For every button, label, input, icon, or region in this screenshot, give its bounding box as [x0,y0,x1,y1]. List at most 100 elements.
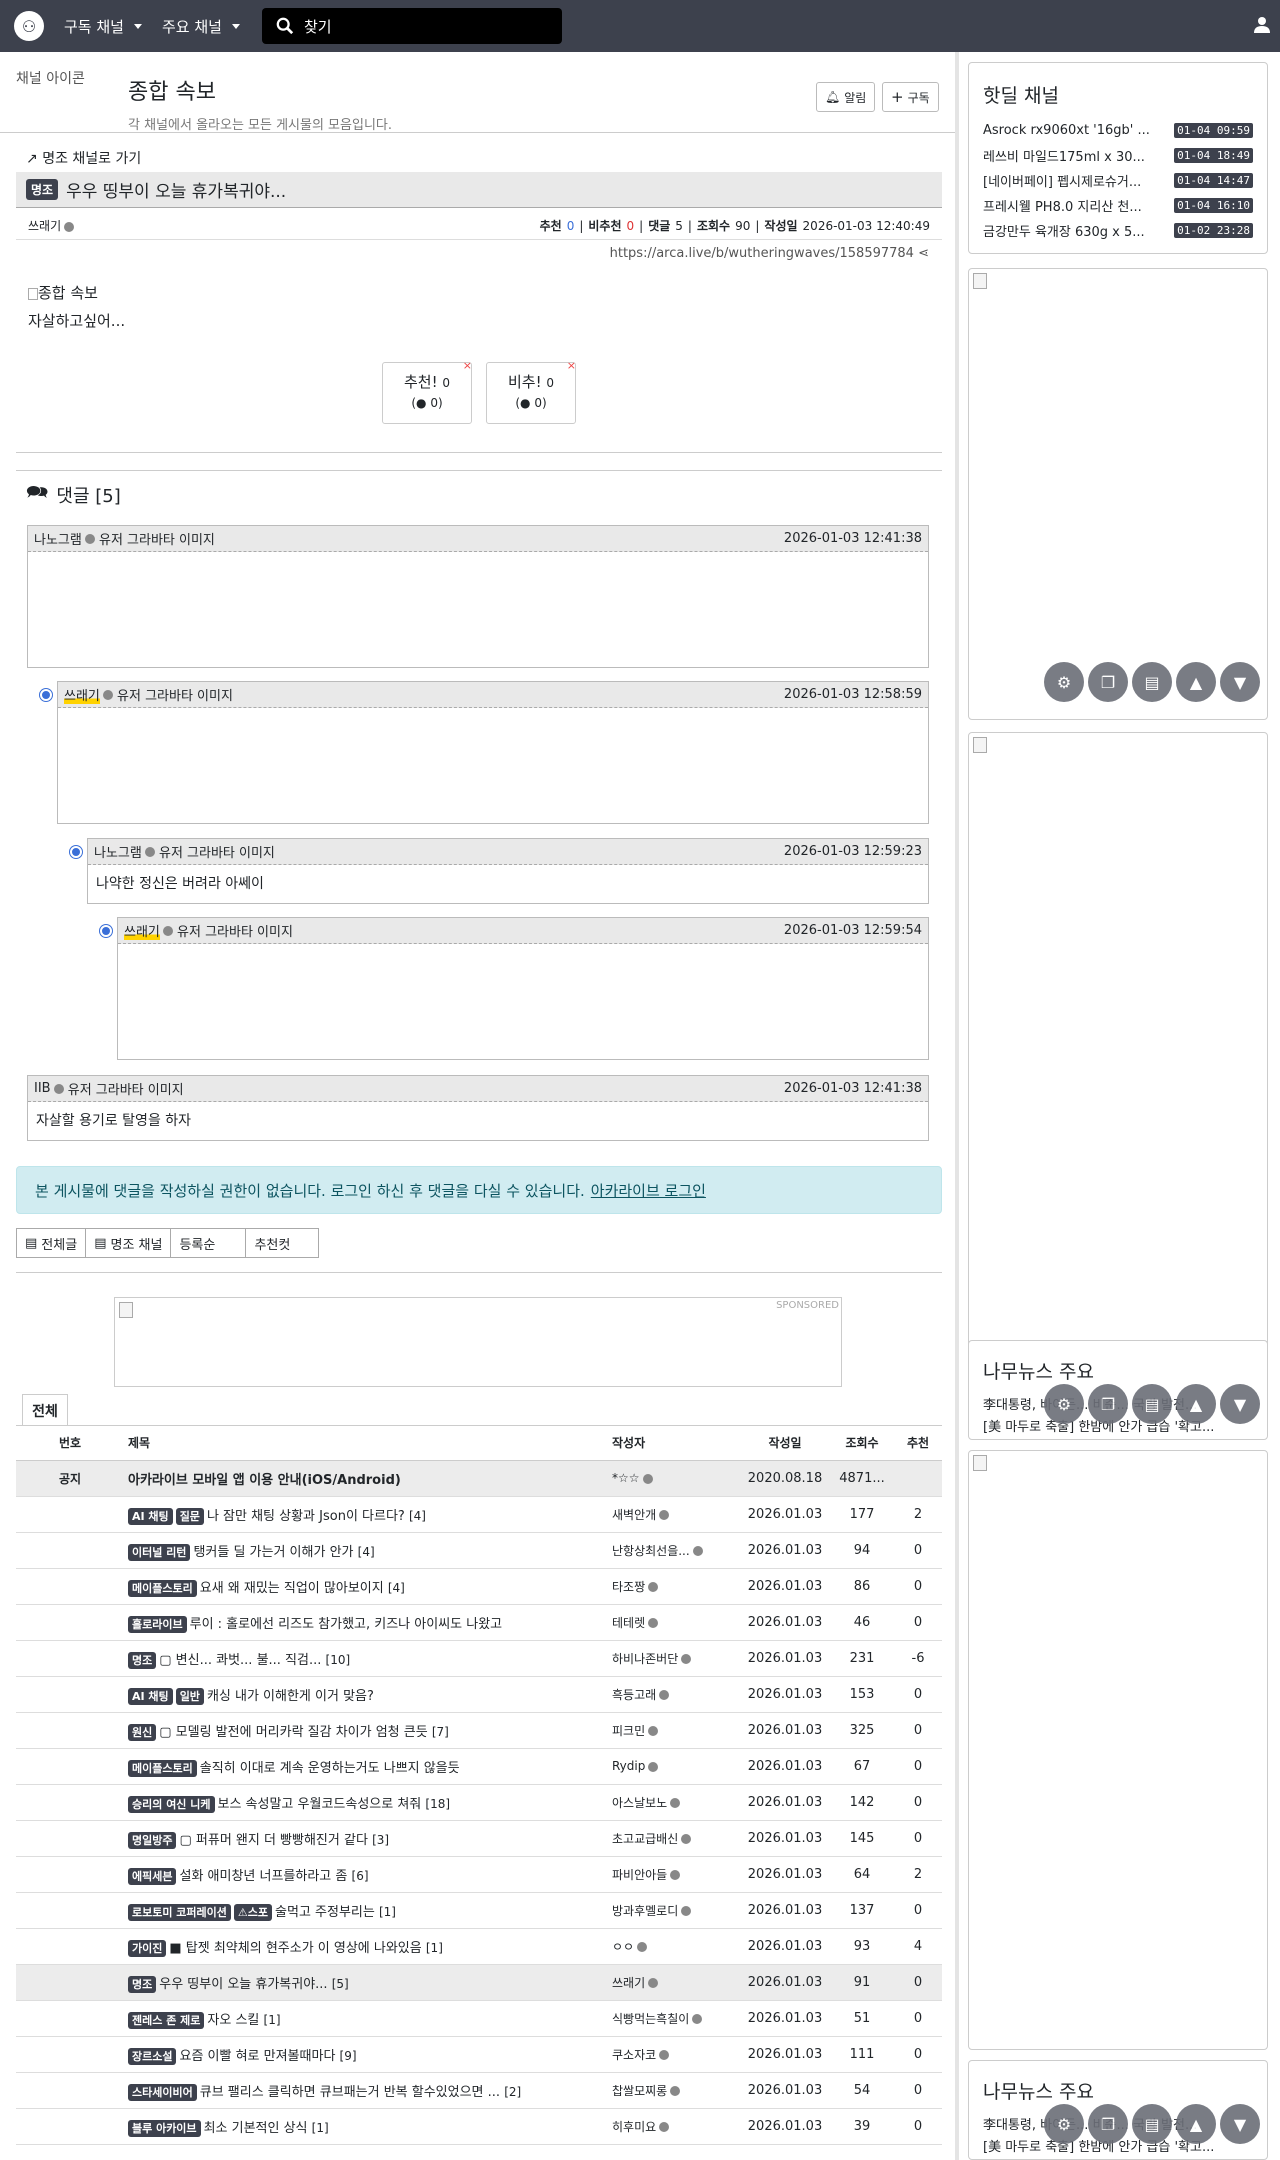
hotdeal-item[interactable]: 프레시웰 PH8.0 지리산 천... 01-04 16:10 [969,193,1267,218]
row-author[interactable]: 찹쌀모찌롱 [612,2072,740,2109]
notify-button[interactable]: 🔔︎ 알림 [816,82,876,112]
subscribe-button[interactable]: + 구독 [882,82,939,112]
ad-slot[interactable] [968,1450,1268,2050]
arrow-down-button[interactable]: ▼ [1220,1384,1260,1424]
row-title[interactable]: 승리의 여신 니케 보스 속성말고 우월코드속성으로 쳐줘 [18] [124,1784,612,1821]
hotdeal-item[interactable]: 금강만두 육개장 630g x 5... 01-02 23:28 [969,218,1267,243]
row-title[interactable]: 명일방주 ▢ 퍼퓨머 왠지 더 빵빵해진거 같다 [3] [124,1820,612,1857]
row-category-badge[interactable]: 메이플스토리 [128,1579,197,1597]
row-category-badge[interactable]: 장르소설 [128,2047,177,2065]
row-title[interactable]: 블루 아카이브 최소 기본적인 상식 [1] [124,2108,612,2145]
hotdeal-item[interactable]: [네이버페이] 펩시제로슈거... 01-04 14:47 [969,168,1267,193]
ad-slot[interactable] [968,268,1268,720]
row-category-badge[interactable]: 이터널 리턴 [128,1543,191,1561]
row-title[interactable]: 에픽세븐 설화 애미창년 너프를하라고 좀 [6] [124,1856,612,1893]
row-author[interactable]: 테테렛 [612,1604,740,1641]
sort-select[interactable]: 등록순 [170,1228,247,1258]
back-to-channel-link[interactable]: ↗ 명조 채널로 가기 [26,148,141,168]
tab-all[interactable]: 전체 [22,1394,68,1426]
arrow-down-button[interactable]: ▼ [1220,2104,1260,2144]
table-row[interactable]: 가이진 ■ 탑젯 최약체의 현주소가 이 영상에 나와있음 [1] ㅇㅇ 2026.0… [16,1928,942,1965]
row-author[interactable]: 식빵먹는흑칠이 [612,2000,740,2037]
row-author[interactable]: 타조짱 [612,1568,740,1605]
row-category-badge[interactable]: AI 채팅 [128,1507,173,1525]
row-category-badge[interactable]: 명일방주 [128,1831,177,1849]
row-author[interactable]: 흑등고래 [612,1676,740,1713]
share-icon[interactable]: ⋖ [918,246,929,261]
notice-row[interactable]: 공지 아카라이브 모바일 앱 이용 안내(iOS/Android) *☆☆ 20… [16,1460,942,1497]
row-title[interactable]: 메이플스토리 솔직히 이대로 계속 운영하는거도 나쁘지 않을듯 [124,1748,612,1785]
table-row[interactable]: 명조 ▢ 변신... 콰벗... 불... 직검... [10] 하비나존버단 202… [16,1640,942,1677]
ad-banner[interactable]: SPONSORED [114,1297,842,1387]
row-author[interactable]: 피크민 [612,1712,740,1749]
category-badge[interactable]: 명조 [26,179,59,200]
row-category-badge[interactable]: AI 채팅 [128,1687,173,1705]
row-author[interactable]: 쿠소자코 [612,2036,740,2073]
user-icon[interactable] [1254,16,1270,34]
list-button[interactable]: ▤ [1132,662,1172,702]
arrow-up-button[interactable]: ▲ [1176,662,1216,702]
site-logo-icon[interactable]: ⚇ [14,11,44,41]
table-row[interactable]: AI 채팅 일반 캐싱 내가 이해한게 이거 맞음? 흑등고래 2026.01.03 1… [16,1676,942,1713]
row-category-badge[interactable]: 에픽세븐 [128,1867,177,1885]
row-category-badge[interactable]: 원신 [128,1723,157,1741]
row-title[interactable]: AI 채팅 일반 캐싱 내가 이해한게 이거 맞음? [124,1676,612,1713]
row-author[interactable]: 파비안아들 [612,1856,740,1893]
arrow-down-button[interactable]: ▼ [1220,662,1260,702]
row-title[interactable]: 장르소설 요즘 이빨 혀로 만져볼때마다 [9] [124,2036,612,2073]
row-author[interactable]: Rydip [612,1748,740,1785]
table-row[interactable]: 명조 우우 띵부이 오늘 휴가복귀야... [5] 쓰래기 2026.01.03 91 0 [16,1964,942,2001]
row-category-badge[interactable]: 블루 아카이브 [128,2119,201,2137]
table-row[interactable]: 로보토미 코퍼레이션 ⚠스포 술먹고 주정부리는 [1] 방과후멜로디 2026.01.… [16,1892,942,1929]
row-author[interactable]: 방과후멜로디 [612,1892,740,1929]
list-button[interactable]: ▤ [1132,1384,1172,1424]
row-author[interactable]: 하비나존버단 [612,1640,740,1677]
hotdeal-item[interactable]: 레쓰비 마일드175ml x 30... 01-04 18:49 [969,143,1267,168]
row-author[interactable]: 히후미요 [612,2108,740,2145]
table-row[interactable]: 젠레스 존 제로 자오 스킬 [1] 식빵먹는흑칠이 2026.01.03 51 0 [16,2000,942,2037]
table-row[interactable]: 명일방주 ▢ 퍼퓨머 왠지 더 빵빵해진거 같다 [3] 초고교급배신 2026.01… [16,1820,942,1857]
filter-all-button[interactable]: ▤ 전체글 [16,1228,87,1258]
comment-author[interactable]: 나노그램 [94,842,142,861]
arrow-up-button[interactable]: ▲ [1176,1384,1216,1424]
table-row[interactable]: AI 채팅 질문 나 잠만 채팅 상황과 Json이 다르다? [4] 새벽안개 202… [16,1496,942,1533]
row-author[interactable]: 초고교급배신 [612,1820,740,1857]
row-category-badge[interactable]: 명조 [128,1651,157,1669]
comment-author[interactable]: 쓰래기 [124,921,160,940]
hotdeal-item[interactable]: Asrock rx9060xt '16gb' ... 01-04 09:59 [969,118,1267,143]
table-row[interactable]: 메이플스토리 요새 왜 재밌는 직업이 많아보이지 [4] 타조짱 2026.01.0… [16,1568,942,1605]
table-row[interactable]: 이터널 리턴 탱커들 딜 가는거 이해가 안가 [4] 난항상최선을... 2026.… [16,1532,942,1569]
best-cut-select[interactable]: 추천컷 [245,1228,320,1258]
row-title[interactable]: 메이플스토리 요새 왜 재밌는 직업이 많아보이지 [4] [124,1568,612,1605]
table-row[interactable]: 스타세이비어 큐브 팰리스 클릭하면 큐브패는거 반복 할수있었으면 ... [2… [16,2072,942,2109]
table-row[interactable]: 에픽세븐 설화 애미창년 너프를하라고 좀 [6] 파비안아들 2026.01.03 6… [16,1856,942,1893]
copy-button[interactable]: ❐ [1088,1384,1128,1424]
row-title[interactable]: 원신 ▢ 모델링 발전에 머리카락 질감 차이가 엄청 큰듯 [7] [124,1712,612,1749]
news-title[interactable]: 나무뉴스 주요 [983,2077,1267,2104]
row-title[interactable]: 아카라이브 모바일 앱 이용 안내(iOS/Android) [124,1460,612,1497]
row-title[interactable]: 명조 ▢ 변신... 콰벗... 불... 직검... [10] [124,1640,612,1677]
table-row[interactable]: 장르소설 요즘 이빨 혀로 만져볼때마다 [9] 쿠소자코 2026.01.03 111… [16,2036,942,2073]
row-title[interactable]: 이터널 리턴 탱커들 딜 가는거 이해가 안가 [4] [124,1532,612,1569]
row-author[interactable]: 아스날보노 [612,1784,740,1821]
search-input[interactable]: 찾기 [261,8,562,44]
row-category-badge[interactable]: 홀로라이브 [128,1615,187,1633]
copy-button[interactable]: ❐ [1088,662,1128,702]
news-title[interactable]: 나무뉴스 주요 [983,1357,1267,1384]
arrow-up-button[interactable]: ▲ [1176,2104,1216,2144]
row-category-badge[interactable]: 젠레스 존 제로 [128,2011,205,2029]
table-row[interactable]: 원신 ▢ 모델링 발전에 머리카락 질감 차이가 엄청 큰듯 [7] 피크민 2026… [16,1712,942,1749]
comment-author[interactable]: 쓰래기 [64,685,100,704]
table-row[interactable]: 메이플스토리 솔직히 이대로 계속 운영하는거도 나쁘지 않을듯 Rydip 202… [16,1748,942,1785]
row-category-badge[interactable]: 메이플스토리 [128,1759,197,1777]
row-category-badge[interactable]: 스타세이비어 [128,2083,197,2101]
downvote-button[interactable]: × 비추! 0 (● 0) [486,359,576,424]
filter-channel-button[interactable]: ▤ 명조 채널 [85,1228,172,1258]
row-author[interactable]: 쓰래기 [612,1964,740,2001]
row-author[interactable]: ㅇㅇ [612,1928,740,1965]
hotdeal-title[interactable]: 핫딜 채널 [983,81,1267,108]
comment-author[interactable]: 나노그램 [34,529,82,548]
subscribed-channels-dropdown[interactable]: 구독 채널 [64,16,142,37]
row-title[interactable]: 명조 우우 띵부이 오늘 휴가복귀야... [5] [124,1964,612,2001]
row-category-badge[interactable]: 명조 [128,1975,157,1993]
